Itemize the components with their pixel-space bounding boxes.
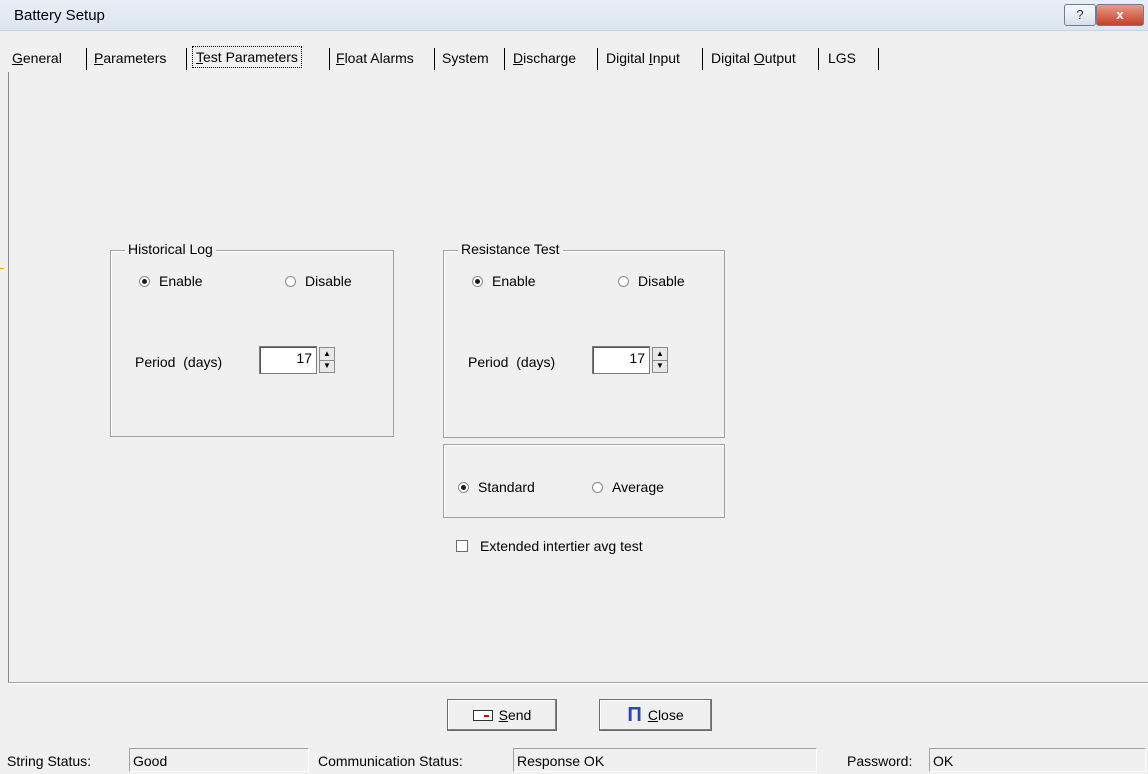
tab-float-alarms[interactable]: Float Alarms bbox=[336, 48, 414, 68]
radio-unchecked-icon bbox=[285, 275, 296, 287]
tab-lgs[interactable]: LGS bbox=[828, 48, 856, 68]
panel-border bbox=[8, 72, 9, 682]
radio-unchecked-icon bbox=[592, 481, 603, 493]
password-label: Password: bbox=[847, 753, 913, 769]
resistance-test-period-label: Period (days) bbox=[468, 354, 556, 370]
tab-test-parameters[interactable]: Test Parameters bbox=[192, 46, 302, 68]
checkbox-unchecked-icon bbox=[456, 540, 468, 552]
radio-checked-icon bbox=[139, 275, 150, 287]
historical-log-period-input[interactable]: 17 bbox=[259, 346, 317, 374]
spin-down-icon[interactable]: ▼ bbox=[653, 360, 667, 372]
send-icon bbox=[472, 709, 493, 721]
tab-strip: General Parameters Test Parameters Float… bbox=[10, 44, 1146, 72]
tab-digital-input[interactable]: Digital Input bbox=[606, 48, 680, 68]
test-mode-group: Standard Average bbox=[443, 444, 725, 518]
help-icon[interactable]: ? bbox=[1064, 4, 1096, 26]
historical-log-disable-radio[interactable]: Disable bbox=[285, 273, 352, 289]
divider bbox=[8, 683, 1148, 684]
resistance-test-title: Resistance Test bbox=[458, 241, 563, 257]
historical-log-enable-radio[interactable]: Enable bbox=[139, 273, 203, 289]
tab-general[interactable]: General bbox=[12, 48, 62, 68]
tab-parameters[interactable]: Parameters bbox=[94, 48, 166, 68]
password-value: OK bbox=[929, 748, 1146, 772]
edge-mark bbox=[0, 268, 4, 269]
window-title: Battery Setup bbox=[14, 7, 105, 24]
close-button[interactable]: Π Close bbox=[599, 699, 712, 731]
tab-digital-output[interactable]: Digital Output bbox=[711, 48, 796, 68]
resistance-test-period-input[interactable]: 17 bbox=[592, 346, 650, 374]
historical-log-title: Historical Log bbox=[125, 241, 216, 257]
historical-log-period-spinner[interactable]: ▲ ▼ bbox=[319, 347, 335, 373]
resistance-test-enable-radio[interactable]: Enable bbox=[472, 273, 536, 289]
radio-checked-icon bbox=[472, 275, 483, 287]
communication-status-value: Response OK bbox=[513, 748, 817, 772]
radio-checked-icon bbox=[458, 481, 469, 493]
title-bar: Battery Setup ? x bbox=[0, 0, 1148, 31]
string-status-value: Good bbox=[129, 748, 309, 772]
radio-unchecked-icon bbox=[618, 275, 629, 287]
historical-log-group: Historical Log Enable Disable Period (da… bbox=[110, 241, 394, 437]
send-button[interactable]: Send bbox=[447, 699, 557, 731]
resistance-test-period-spinner[interactable]: ▲ ▼ bbox=[652, 347, 668, 373]
communication-status-label: Communication Status: bbox=[318, 753, 463, 769]
historical-log-period-label: Period (days) bbox=[135, 354, 223, 370]
standard-radio[interactable]: Standard bbox=[458, 479, 535, 495]
window-close-icon[interactable]: x bbox=[1096, 4, 1144, 26]
average-radio[interactable]: Average bbox=[592, 479, 664, 495]
extended-intertier-checkbox[interactable]: Extended intertier avg test bbox=[456, 538, 643, 554]
close-door-icon: Π bbox=[627, 704, 642, 726]
resistance-test-disable-radio[interactable]: Disable bbox=[618, 273, 685, 289]
tab-discharge[interactable]: Discharge bbox=[513, 48, 576, 68]
tab-system[interactable]: System bbox=[442, 48, 489, 68]
status-bar: String Status: Good Communication Status… bbox=[0, 744, 1148, 774]
string-status-label: String Status: bbox=[7, 753, 92, 769]
spin-down-icon[interactable]: ▼ bbox=[320, 360, 334, 372]
resistance-test-group: Resistance Test Enable Disable Period (d… bbox=[443, 241, 725, 438]
